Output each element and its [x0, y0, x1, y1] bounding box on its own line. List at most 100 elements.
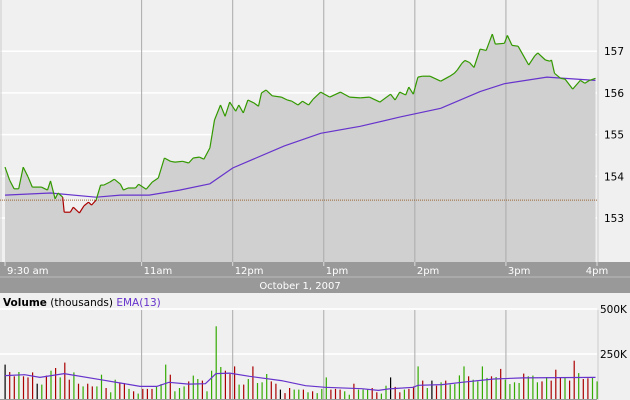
volume-bar: [596, 381, 598, 399]
volume-bar: [87, 383, 89, 399]
volume-bar: [220, 367, 222, 399]
volume-bar: [426, 388, 428, 399]
volume-bar: [224, 370, 226, 399]
volume-bar: [564, 377, 566, 399]
volume-bar: [399, 392, 401, 399]
volume-bar: [119, 383, 121, 399]
volume-bar: [582, 379, 584, 399]
volume-bar: [325, 377, 327, 399]
price-tick-label: 155: [604, 130, 624, 142]
price-line-segment: [495, 42, 505, 45]
volume-title-unit: (thousands): [50, 297, 113, 309]
volume-bar: [252, 366, 254, 399]
volume-bar: [293, 389, 295, 399]
volume-bar: [197, 379, 199, 399]
time-tick-label: 2pm: [417, 266, 439, 277]
volume-bar: [422, 380, 424, 399]
volume-bar: [55, 368, 57, 399]
volume-bar: [527, 376, 529, 399]
volume-bar: [348, 394, 350, 399]
volume-bar: [321, 388, 323, 399]
volume-bar: [261, 382, 263, 399]
volume-bar: [22, 376, 25, 399]
volume-bar: [279, 389, 281, 399]
time-tick-label: 11am: [144, 266, 173, 277]
volume-bar: [100, 374, 103, 399]
volume-bar: [64, 362, 66, 399]
volume-bar: [431, 380, 433, 399]
volume-bar: [445, 380, 447, 399]
volume-bar: [468, 376, 470, 399]
volume-bar: [312, 391, 314, 399]
volume-bar: [9, 372, 11, 399]
volume-bar: [385, 385, 387, 399]
time-axis-band: [0, 262, 630, 277]
volume-bar: [183, 386, 185, 399]
volume-bar: [509, 384, 511, 399]
volume-bar: [339, 389, 341, 399]
volume-bar: [380, 393, 382, 399]
volume-bar: [105, 388, 107, 399]
volume-bar: [435, 385, 438, 399]
volume-bar: [4, 364, 6, 399]
volume-bar: [362, 389, 364, 399]
volume-bar: [160, 384, 162, 399]
volume-bar: [151, 388, 153, 399]
volume-bar: [123, 383, 125, 399]
volume-bar: [27, 377, 29, 399]
volume-bar: [18, 372, 20, 399]
volume-bar: [316, 393, 318, 399]
volume-bar: [367, 389, 369, 399]
volume-bar: [73, 372, 75, 399]
volume-bar: [91, 386, 93, 399]
volume-bar: [142, 388, 144, 399]
volume-bar: [229, 374, 231, 399]
volume-bar: [215, 326, 217, 399]
volume-bar: [155, 386, 158, 399]
volume-tick-label: 500K: [600, 304, 628, 316]
volume-bar: [495, 377, 497, 399]
volume-title-bold: Volume: [3, 297, 47, 309]
price-line-segment: [170, 160, 176, 163]
volume-bar: [68, 379, 70, 399]
volume-bar: [344, 391, 346, 399]
volume-bar: [36, 383, 38, 399]
volume-bar: [500, 368, 502, 399]
volume-bar: [546, 377, 548, 399]
volume-bar: [591, 377, 594, 399]
volume-bar: [477, 381, 479, 399]
volume-bar: [178, 388, 181, 399]
volume-bar: [486, 377, 488, 399]
volume-bar: [206, 391, 208, 399]
price-tick-label: 153: [604, 213, 624, 225]
volume-bar: [146, 388, 148, 399]
volume-bar: [284, 393, 286, 399]
price-tick-label: 156: [604, 88, 624, 100]
price-line-segment: [349, 96, 361, 99]
volume-ema-legend: EMA(13): [116, 297, 160, 309]
volume-bar: [550, 380, 552, 399]
volume-bar: [174, 391, 176, 399]
volume-bar: [298, 389, 300, 399]
volume-bar: [211, 370, 213, 399]
volume-bar: [330, 389, 332, 399]
volume-bar: [481, 366, 483, 399]
volume-bar: [334, 388, 337, 399]
volume-bar: [96, 386, 98, 399]
price-line-segment: [360, 96, 370, 99]
volume-bar: [238, 384, 240, 399]
time-tick-label: 3pm: [508, 266, 530, 277]
volume-bar: [243, 384, 245, 399]
volume-bar: [587, 378, 589, 399]
volume-bar: [559, 377, 561, 399]
volume-bar: [59, 377, 61, 399]
volume-bar: [357, 389, 360, 399]
volume-bar: [412, 386, 415, 399]
volume-bar: [247, 379, 249, 399]
volume-bar: [165, 364, 167, 399]
volume-bar: [110, 392, 112, 399]
price-tick-label: 154: [604, 171, 624, 183]
volume-bar: [555, 369, 557, 399]
volume-bar: [137, 393, 139, 399]
volume-bar: [513, 382, 516, 399]
